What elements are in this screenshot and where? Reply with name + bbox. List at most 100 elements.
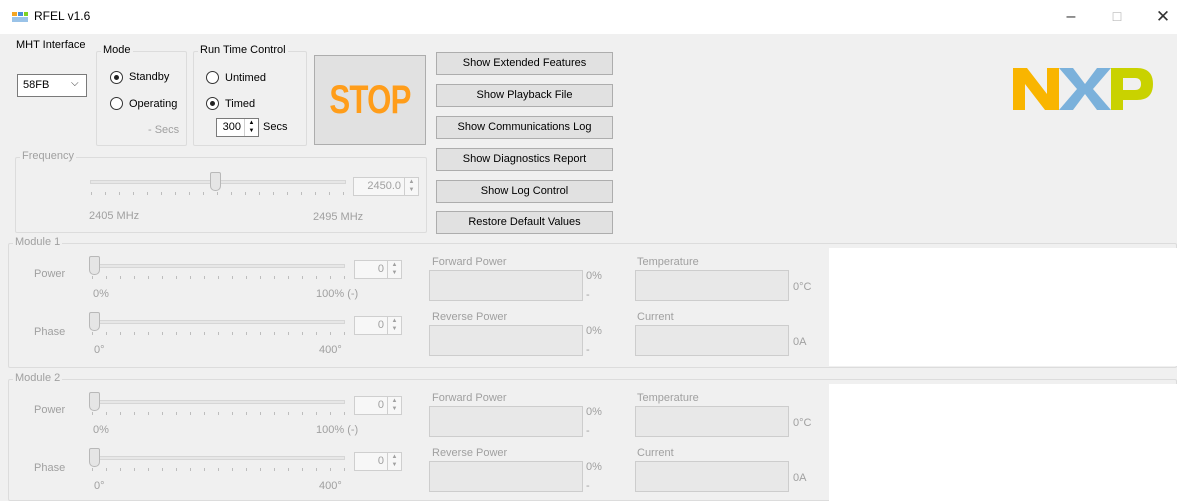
module2-power-slider-ticks [92,412,345,415]
close-icon[interactable]: ✕ [1140,0,1177,34]
module2-phase-label: Phase [34,462,66,474]
module2-temperature-label: Temperature [637,392,699,404]
module1-current-label: Current [637,311,674,323]
module2-power-label: Power [34,404,66,416]
module1-power-label: Power [34,268,66,280]
mode-operating-radio[interactable] [110,97,123,110]
mht-interface-label: MHT Interface [16,39,86,51]
minimize-icon[interactable]: – [1048,0,1094,34]
runtime-timed-radio[interactable] [206,97,219,110]
module2-forward-readout [429,406,583,437]
module1-phase-min: 0° [94,344,105,356]
module2-forward-sub: - [586,425,590,437]
module1-phase-slider-track[interactable] [91,320,345,324]
module2-power-max: 100% (-) [316,424,359,436]
module1-reverse-label: Reverse Power [432,311,508,323]
runtime-timed-label: Timed [225,98,256,110]
module2-temperature-readout [635,406,789,437]
frequency-stepper[interactable]: 2450.0 ▲ ▼ [353,177,419,196]
module2-reverse-readout [429,461,583,492]
spin-arrows-icon[interactable]: ▲ ▼ [387,317,401,334]
spin-arrows-icon[interactable]: ▲ ▼ [387,453,401,470]
module2-current-readout [635,461,789,492]
module2-phase-slider-track[interactable] [91,456,345,460]
mode-title: Mode [101,44,133,56]
module2-power-slider-thumb[interactable] [89,392,100,411]
mht-interface-value: 58FB [23,79,50,91]
module2-reverse-sub: - [586,480,590,492]
module1-power-slider-track[interactable] [91,264,345,268]
module1-phase-value: 0 [377,319,384,331]
frequency-slider-ticks [91,192,346,195]
runtime-untimed-label: Untimed [225,72,266,84]
runtime-secs-unit: Secs [263,121,288,133]
module1-phase-stepper[interactable]: 0 ▲ ▼ [354,316,402,335]
module1-reverse-readout [429,325,583,356]
runtime-secs-value: 300 [222,121,241,133]
frequency-slider-thumb[interactable] [210,172,221,191]
nxp-logo [1013,64,1153,114]
module2-power-value: 0 [377,399,384,411]
module1-reverse-sub: - [586,344,590,356]
module2-phase-slider-ticks [92,468,345,471]
module2-current-label: Current [637,447,674,459]
spin-arrows-icon[interactable]: ▲ ▼ [244,119,258,136]
runtime-title: Run Time Control [198,44,288,56]
module2-reverse-unit: 0% [586,461,602,473]
module1-current-readout [635,325,789,356]
show-diagnostics-report-button[interactable]: Show Diagnostics Report [436,148,613,171]
module1-forward-readout [429,270,583,301]
frequency-max-label: 2495 MHz [313,211,364,223]
module2-power-slider-track[interactable] [91,400,345,404]
module1-title: Module 1 [13,236,63,248]
module1-power-value: 0 [377,263,384,275]
module2-phase-max: 400° [319,480,342,492]
module1-phase-max: 400° [319,344,342,356]
frequency-min-label: 2405 MHz [89,210,140,222]
chevron-down-icon: ⌵ [71,78,79,89]
runtime-secs-stepper[interactable]: 300 ▲ ▼ [216,118,259,137]
module1-forward-label: Forward Power [432,256,507,268]
frequency-value: 2450.0 [367,180,401,192]
module1-power-stepper[interactable]: 0 ▲ ▼ [354,260,402,279]
module2-display-panel [829,384,1177,501]
show-playback-file-button[interactable]: Show Playback File [436,84,613,107]
spin-arrows-icon[interactable]: ▲ ▼ [387,397,401,414]
module1-temperature-unit: 0°C [793,281,812,293]
maximize-icon[interactable]: ☐ [1094,0,1140,34]
module1-temperature-readout [635,270,789,301]
module2-phase-slider-thumb[interactable] [89,448,100,467]
module1-forward-unit: 0% [586,270,602,282]
module2-forward-label: Forward Power [432,392,507,404]
module2-phase-value: 0 [377,455,384,467]
spin-arrows-icon[interactable]: ▲ ▼ [404,178,418,195]
module1-reverse-unit: 0% [586,325,602,337]
module2-temperature-unit: 0°C [793,417,812,429]
title-bar [0,0,1177,34]
stop-button[interactable]: STOP [314,55,426,145]
show-communications-log-button[interactable]: Show Communications Log [436,116,613,139]
module2-power-min: 0% [93,424,109,436]
module1-display-panel [829,248,1177,366]
show-log-control-button[interactable]: Show Log Control [436,180,613,203]
mht-interface-select[interactable]: 58FB ⌵ [17,74,87,97]
runtime-untimed-radio[interactable] [206,71,219,84]
show-extended-features-button[interactable]: Show Extended Features [436,52,613,75]
module1-power-max: 100% (-) [316,288,359,300]
mode-operating-label: Operating [129,98,178,110]
frequency-title: Frequency [20,150,76,162]
module2-phase-stepper[interactable]: 0 ▲ ▼ [354,452,402,471]
module1-phase-label: Phase [34,326,66,338]
module2-reverse-label: Reverse Power [432,447,508,459]
restore-default-values-button[interactable]: Restore Default Values [436,211,613,234]
module1-power-slider-ticks [92,276,345,279]
module1-current-unit: 0A [793,336,807,348]
module2-current-unit: 0A [793,472,807,484]
module1-power-slider-thumb[interactable] [89,256,100,275]
module2-title: Module 2 [13,372,63,384]
mode-standby-label: Standby [129,71,170,83]
mode-standby-radio[interactable] [110,71,123,84]
module2-power-stepper[interactable]: 0 ▲ ▼ [354,396,402,415]
spin-arrows-icon[interactable]: ▲ ▼ [387,261,401,278]
module1-phase-slider-thumb[interactable] [89,312,100,331]
